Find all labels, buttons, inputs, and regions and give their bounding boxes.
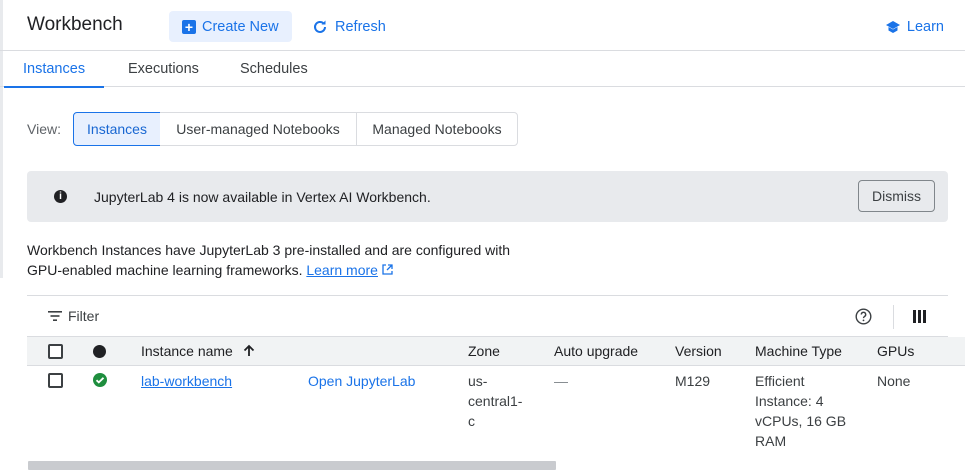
add-box-icon: + xyxy=(182,19,196,34)
machine-type-line-2: Instance: 4 xyxy=(755,393,824,409)
instance-name-link[interactable]: lab-workbench xyxy=(141,371,232,391)
refresh-button[interactable]: Refresh xyxy=(312,11,386,42)
table-row: lab-workbench Open JupyterLab us- centra… xyxy=(27,366,965,454)
column-gpus[interactable]: GPUs xyxy=(877,343,914,359)
auto-upgrade-cell: — xyxy=(554,373,568,389)
tab-schedules[interactable]: Schedules xyxy=(240,51,308,87)
view-option-managed-notebooks[interactable]: Managed Notebooks xyxy=(356,112,518,146)
gpus-cell: None xyxy=(877,373,911,389)
filter-button[interactable]: Filter xyxy=(48,308,99,324)
table-header: Instance name Zone Auto upgrade Version … xyxy=(27,337,965,366)
tab-executions[interactable]: Executions xyxy=(128,51,199,87)
description-line-2-text: GPU-enabled machine learning frameworks. xyxy=(27,262,303,278)
filter-icon xyxy=(48,311,62,321)
status-column-icon xyxy=(93,345,106,358)
filter-bar: Filter xyxy=(27,295,948,337)
view-label: View: xyxy=(27,121,61,137)
machine-type-cell: Efficient Instance: 4 vCPUs, 16 GB RAM xyxy=(755,371,846,451)
zone-line-3: c xyxy=(468,413,475,429)
toolbar-divider xyxy=(893,305,894,329)
zone-line-2: central1- xyxy=(468,393,523,409)
info-icon: i xyxy=(54,190,67,203)
column-auto-upgrade[interactable]: Auto upgrade xyxy=(554,343,638,359)
learn-more-link[interactable]: Learn more xyxy=(306,262,378,278)
open-jupyterlab-link[interactable]: Open JupyterLab xyxy=(308,371,415,391)
learn-button[interactable]: Learn xyxy=(885,11,944,42)
description-line-2: GPU-enabled machine learning frameworks.… xyxy=(27,260,527,280)
column-display-icon[interactable] xyxy=(913,310,926,323)
arrow-up-icon xyxy=(243,344,254,356)
check-circle-icon xyxy=(93,373,107,387)
learn-more-label: Learn more xyxy=(306,262,378,278)
machine-type-line-3: vCPUs, 16 GB xyxy=(755,413,847,429)
help-icon[interactable] xyxy=(855,308,872,325)
tab-instances[interactable]: Instances xyxy=(3,51,105,88)
create-new-label: Create New xyxy=(202,18,279,35)
refresh-label: Refresh xyxy=(335,18,386,35)
description: Workbench Instances have JupyterLab 3 pr… xyxy=(27,240,527,280)
banner-message: JupyterLab 4 is now available in Vertex … xyxy=(94,189,431,205)
tab-bar: Instances Executions Schedules xyxy=(0,51,965,88)
horizontal-scrollbar[interactable] xyxy=(28,461,556,470)
description-line-1: Workbench Instances have JupyterLab 3 pr… xyxy=(27,242,511,258)
view-option-user-managed-notebooks[interactable]: User-managed Notebooks xyxy=(160,112,357,146)
create-new-button[interactable]: + Create New xyxy=(169,11,292,42)
learn-label: Learn xyxy=(906,18,944,35)
view-option-instances[interactable]: Instances xyxy=(73,112,161,146)
school-icon xyxy=(885,20,900,33)
version-cell: M129 xyxy=(675,373,711,389)
app-header: Workbench + Create New Refresh Learn xyxy=(0,0,965,51)
zone-cell: us- central1- c xyxy=(468,371,522,431)
refresh-icon xyxy=(314,20,326,33)
row-checkbox[interactable] xyxy=(48,373,63,388)
column-instance-name[interactable]: Instance name xyxy=(141,343,255,359)
machine-type-line-1: Efficient xyxy=(755,373,805,389)
filter-label: Filter xyxy=(68,308,100,324)
column-instance-name-label: Instance name xyxy=(141,343,233,359)
info-banner: i JupyterLab 4 is now available in Verte… xyxy=(27,171,948,222)
machine-type-line-4: RAM xyxy=(755,433,787,449)
column-version[interactable]: Version xyxy=(675,343,722,359)
select-all-checkbox[interactable] xyxy=(48,344,63,359)
page-title: Workbench xyxy=(27,14,123,35)
column-zone[interactable]: Zone xyxy=(468,343,500,359)
external-link-icon xyxy=(382,264,393,275)
dismiss-button[interactable]: Dismiss xyxy=(858,180,935,212)
zone-line-1: us- xyxy=(468,373,488,389)
column-machine-type[interactable]: Machine Type xyxy=(755,343,842,359)
